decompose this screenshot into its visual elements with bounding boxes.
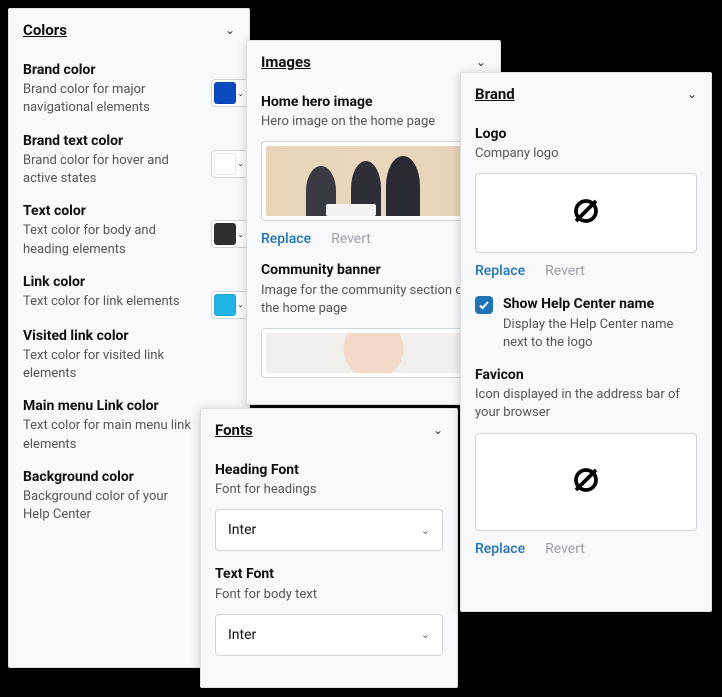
heading-font-item: Heading Font Font for headings Inter ⌄ [215,461,443,551]
background-color-title: Background color [23,468,193,486]
hero-image-preview[interactable] [261,141,486,221]
favicon-preview[interactable] [475,433,697,531]
brand-color-desc: Brand color for major navigational eleme… [23,81,193,117]
brand-text-color-item: Brand text color Brand color for hover a… [23,132,235,189]
favicon-replace-link[interactable]: Replace [475,541,525,557]
hero-revert-link: Revert [331,231,371,247]
chevron-down-icon: ⌄ [687,87,697,101]
show-name-checkbox[interactable] [475,296,493,314]
heading-font-value: Inter [228,522,256,538]
fonts-header[interactable]: Fonts ⌄ [201,409,457,447]
link-color-title: Link color [23,273,193,291]
logo-revert-link: Revert [545,263,585,279]
logo-replace-link[interactable]: Replace [475,263,525,279]
favicon-revert-link: Revert [545,541,585,557]
brand-color-swatch[interactable]: ⌄ [211,79,249,107]
text-font-title: Text Font [215,565,443,583]
text-font-item: Text Font Font for body text Inter ⌄ [215,565,443,655]
heading-font-desc: Font for headings [215,481,443,499]
main-menu-link-color-desc: Text color for main menu link elements [23,417,193,453]
text-color-swatch[interactable]: ⌄ [211,220,249,248]
show-name-row: Show Help Center name Display the Help C… [475,295,697,352]
fonts-panel: Fonts ⌄ Heading Font Font for headings I… [200,408,458,688]
heading-font-title: Heading Font [215,461,443,479]
text-color-title: Text color [23,202,193,220]
community-title: Community banner [261,261,486,279]
text-color-desc: Text color for body and heading elements [23,222,193,258]
hero-replace-link[interactable]: Replace [261,231,311,247]
community-desc: Image for the community section on the h… [261,282,486,318]
brand-color-title: Brand color [23,61,193,79]
logo-desc: Company logo [475,145,697,163]
hero-image-item: Home hero image Hero image on the home p… [261,93,486,247]
community-image-preview[interactable] [261,328,486,378]
colors-heading: Colors [23,21,67,39]
show-name-title: Show Help Center name [503,295,697,313]
text-font-value: Inter [228,627,256,643]
brand-header[interactable]: Brand ⌄ [461,73,711,111]
favicon-item: Favicon Icon displayed in the address ba… [475,366,697,557]
link-color-swatch[interactable]: ⌄ [211,291,249,319]
background-color-desc: Background color of your Help Center [23,488,193,524]
show-name-desc: Display the Help Center name next to the… [503,316,697,352]
text-font-select[interactable]: Inter ⌄ [215,614,443,656]
link-color-item: Link color Text color for link elements … [23,273,235,313]
logo-title: Logo [475,125,697,143]
brand-color-item: Brand color Brand color for major naviga… [23,61,235,118]
chevron-down-icon: ⌄ [421,628,430,641]
colors-header[interactable]: Colors ⌄ [9,9,249,47]
visited-link-color-title: Visited link color [23,327,193,345]
hero-title: Home hero image [261,93,486,111]
visited-link-color-desc: Text color for visited link elements [23,347,193,383]
empty-image-icon [571,196,601,230]
logo-preview[interactable] [475,173,697,253]
chevron-down-icon: ⌄ [421,524,430,537]
chevron-down-icon: ⌄ [225,23,235,37]
community-banner-item: Community banner Image for the community… [261,261,486,378]
brand-heading: Brand [475,85,515,103]
brand-text-color-desc: Brand color for hover and active states [23,152,193,188]
images-heading: Images [261,53,311,71]
text-font-desc: Font for body text [215,586,443,604]
main-menu-link-color-title: Main menu Link color [23,397,193,415]
heading-font-select[interactable]: Inter ⌄ [215,509,443,551]
chevron-down-icon: ⌄ [476,55,486,69]
favicon-desc: Icon displayed in the address bar of you… [475,386,697,422]
chevron-down-icon: ⌄ [433,423,443,437]
hero-desc: Hero image on the home page [261,113,486,131]
empty-image-icon [571,465,601,499]
favicon-title: Favicon [475,366,697,384]
logo-item: Logo Company logo Replace Revert [475,125,697,279]
brand-panel: Brand ⌄ Logo Company logo Replace Revert [460,72,712,612]
brand-text-color-swatch[interactable]: ⌄ [211,150,249,178]
brand-text-color-title: Brand text color [23,132,193,150]
fonts-heading: Fonts [215,421,253,439]
link-color-desc: Text color for link elements [23,293,193,311]
visited-link-color-item: Visited link color Text color for visite… [23,327,235,384]
text-color-item: Text color Text color for body and headi… [23,202,235,259]
